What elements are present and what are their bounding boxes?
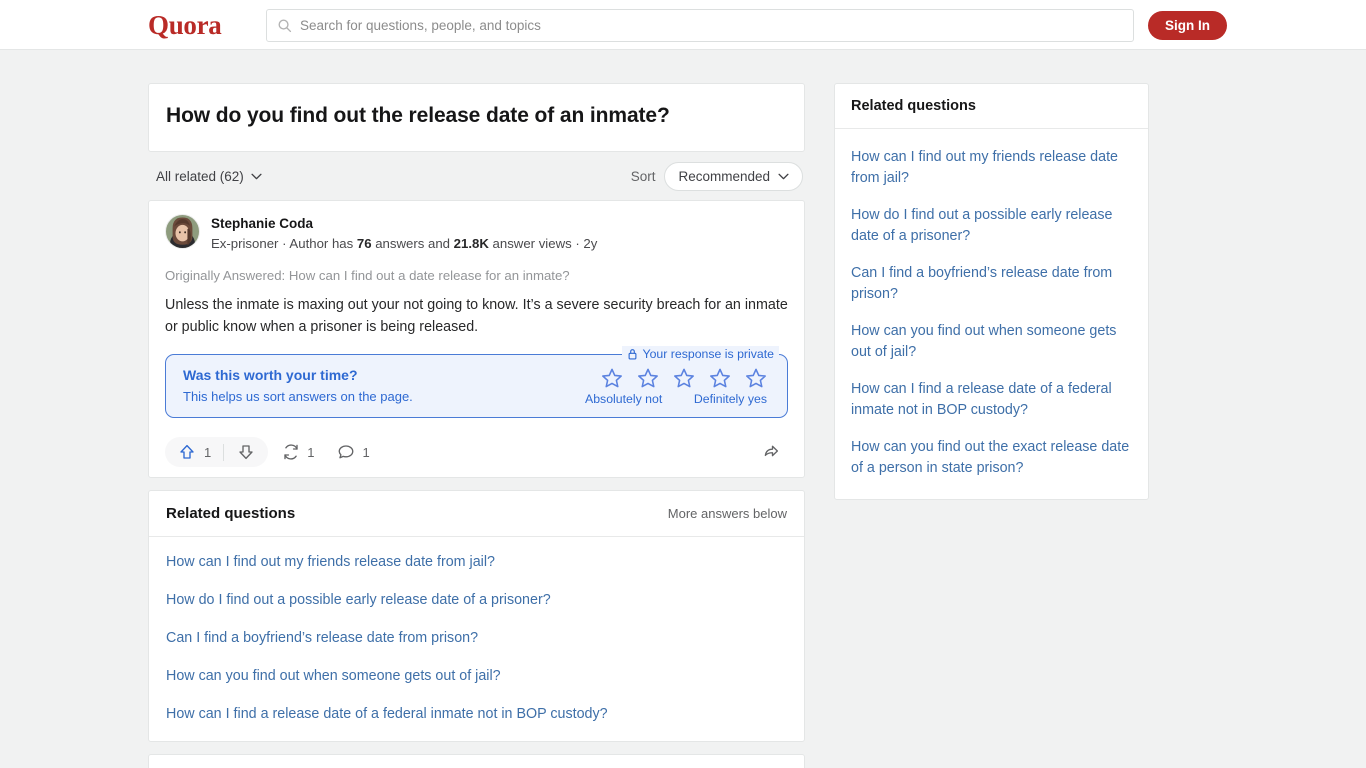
answer-author: Stephanie Coda Ex-prisoner · Author has … <box>165 214 788 253</box>
card-gap <box>148 478 805 490</box>
author-name[interactable]: Stephanie Coda <box>211 215 597 233</box>
sidebar-item-related-question[interactable]: Can I find a boyfriend’s release date fr… <box>835 255 1148 313</box>
comment-count: 1 <box>362 444 370 460</box>
page-title: How do you find out the release date of … <box>166 104 670 127</box>
reshare-button[interactable]: 1 <box>273 437 323 467</box>
answer-action-bar: 1 1 1 <box>165 427 788 477</box>
lock-icon <box>628 349 636 360</box>
author-credential-text: Ex-prisoner <box>211 236 279 251</box>
star-icon-2[interactable] <box>637 367 659 389</box>
list-item[interactable]: Can I find a boyfriend’s release date fr… <box>149 619 804 657</box>
share-button[interactable] <box>754 437 788 467</box>
list-item[interactable]: How can I find a release date of a feder… <box>149 695 804 733</box>
sidebar: Related questions How can I find out my … <box>834 83 1149 500</box>
all-related-label: All related (62) <box>156 168 244 184</box>
sort-value: Recommended <box>678 168 770 184</box>
share-arrow-icon <box>764 445 779 457</box>
search-input[interactable] <box>300 18 1123 33</box>
list-item[interactable]: How can I find out my friends release da… <box>149 543 804 581</box>
vote-group: 1 <box>165 437 269 467</box>
upvote-button[interactable]: 1 <box>165 437 223 467</box>
related-questions-card: Related questions More answers below How… <box>148 490 805 742</box>
list-item[interactable]: How do I find out a possible early relea… <box>149 581 804 619</box>
related-questions-list: How can I find out my friends release da… <box>149 537 804 741</box>
main-column: How do you find out the release date of … <box>148 83 805 768</box>
author-meta: Stephanie Coda Ex-prisoner · Author has … <box>211 214 597 253</box>
rating-text: Was this worth your time? This helps us … <box>183 366 413 406</box>
star-icon-5[interactable] <box>745 367 767 389</box>
comment-button[interactable]: 1 <box>328 437 378 467</box>
sidebar-related-questions-card: Related questions How can I find out my … <box>834 83 1149 500</box>
upvote-count: 1 <box>204 444 212 460</box>
related-questions-header: Related questions More answers below <box>149 491 804 537</box>
sidebar-item-related-question[interactable]: How can you find out the exact release d… <box>835 429 1148 487</box>
all-related-dropdown[interactable]: All related (62) <box>156 169 262 184</box>
rating-title: Was this worth your time? <box>183 367 358 383</box>
author-credential: Ex-prisoner · Author has 76 answers and … <box>211 236 598 251</box>
reshare-count: 1 <box>307 444 315 460</box>
sidebar-item-related-question[interactable]: How can I find a release date of a feder… <box>835 371 1148 429</box>
star-rating-labels: Absolutely not Definitely yes <box>585 392 767 406</box>
downvote-arrow-icon <box>239 445 253 460</box>
quora-logo[interactable]: Quora <box>148 11 222 39</box>
sidebar-related-questions-list: How can I find out my friends release da… <box>835 129 1148 499</box>
rating-high-label: Definitely yes <box>693 391 767 406</box>
search-bar[interactable] <box>266 9 1134 42</box>
answer-card: Stephanie Coda Ex-prisoner · Author has … <box>148 200 805 478</box>
rating-box: Was this worth your time? This helps us … <box>165 346 788 418</box>
sidebar-item-related-question[interactable]: How can you find out when someone gets o… <box>835 313 1148 371</box>
reshare-icon <box>284 444 298 460</box>
chevron-down-icon <box>778 173 789 179</box>
search-icon <box>278 19 292 33</box>
card-gap <box>148 742 805 754</box>
rating-low-label: Absolutely not <box>585 391 663 406</box>
avatar[interactable] <box>165 214 200 249</box>
answers-count: 76 <box>356 236 372 251</box>
views-count: 21.8K <box>453 236 489 251</box>
sidebar-title: Related questions <box>835 84 1148 129</box>
chevron-down-icon <box>251 173 262 179</box>
star-icon-1[interactable] <box>601 367 623 389</box>
sidebar-item-related-question[interactable]: How do I find out a possible early relea… <box>835 197 1148 255</box>
sort-control: Sort Recommended <box>630 161 803 191</box>
star-icon-3[interactable] <box>673 367 695 389</box>
private-note-text: Your response is private <box>642 347 774 361</box>
private-response-note: Your response is private <box>621 346 779 362</box>
answers-filter-bar: All related (62) Sort Recommended <box>148 152 805 200</box>
star-rating[interactable] <box>585 367 767 389</box>
sidebar-item-related-question[interactable]: How can I find out my friends release da… <box>835 139 1148 197</box>
related-questions-title: Related questions <box>166 505 296 522</box>
rating-subtitle: This helps us sort answers on the page. <box>183 389 413 404</box>
avatar-image-stephanie-coda <box>166 215 199 248</box>
comment-bubble-icon <box>339 445 354 459</box>
more-answers-below-link[interactable]: More answers below <box>668 506 787 521</box>
list-item[interactable]: How can you find out when someone gets o… <box>149 657 804 695</box>
answer-age: 2y <box>583 236 598 251</box>
page-body: How do you find out the release date of … <box>0 50 1366 768</box>
answer-body: Unless the inmate is maxing out your not… <box>165 297 788 335</box>
sort-label: Sort <box>630 168 656 184</box>
downvote-button[interactable] <box>224 437 268 467</box>
question-card: How do you find out the release date of … <box>148 83 805 152</box>
sign-in-button[interactable]: Sign In <box>1148 11 1227 40</box>
star-icon-4[interactable] <box>709 367 731 389</box>
sort-dropdown[interactable]: Recommended <box>664 161 803 191</box>
rating-stars-area: Absolutely not Definitely yes <box>585 367 771 406</box>
answer-card: Ajay Pandey Advocate at Self-Employment … <box>148 754 805 768</box>
answer-actions-left: 1 1 1 <box>165 437 379 467</box>
answer-rating-widget: Was this worth your time? This helps us … <box>165 346 788 418</box>
originally-answered: Originally Answered: How can I find out … <box>165 268 570 283</box>
upvote-arrow-icon <box>180 444 194 459</box>
site-header: Quora Sign In <box>0 0 1366 50</box>
